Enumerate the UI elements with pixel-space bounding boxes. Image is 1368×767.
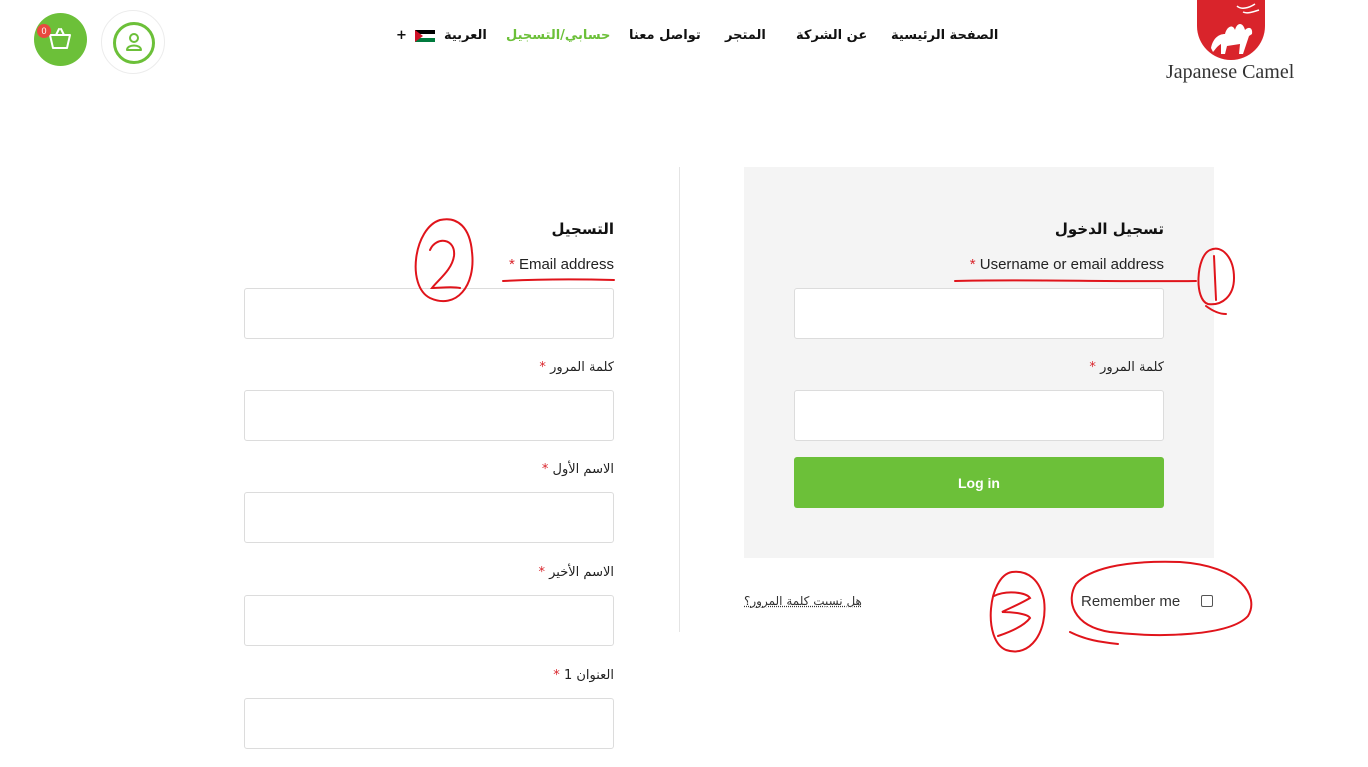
lost-password-link[interactable]: هل نسيت كلمة المرور؟ [744,594,862,608]
required-mark: * [541,462,549,477]
remember-me-label[interactable]: Remember me [1081,593,1180,610]
nav-shop[interactable]: المتجر [725,28,766,43]
required-mark: * [538,565,545,580]
register-password-label: كلمة المرور * [539,360,614,375]
nav-contact[interactable]: تواصل معنا [629,28,701,43]
last-name-label-text: الاسم الأخير [549,565,614,580]
nav-home[interactable]: الصفحة الرئيسية [891,28,998,43]
address-input[interactable] [244,698,614,749]
first-name-label-text: الاسم الأول [552,462,614,477]
email-input[interactable] [244,288,614,339]
login-button[interactable]: Log in [794,457,1164,508]
register-password-input[interactable] [244,390,614,441]
username-label: * Username or email address [970,256,1164,273]
first-name-input[interactable] [244,492,614,543]
nav-language[interactable]: العربية + [396,28,487,43]
login-password-input[interactable] [794,390,1164,441]
login-heading: تسجيل الدخول [1054,220,1164,238]
column-divider [679,167,680,632]
last-name-label: الاسم الأخير * [538,565,614,580]
login-password-label: كلمة المرور * [1089,360,1164,375]
language-expand: + [396,28,407,43]
logo-text: Japanese Camel [1166,61,1295,83]
language-label: العربية [443,28,487,43]
remember-me-checkbox[interactable] [1201,595,1213,607]
nav-about[interactable]: عن الشركة [796,28,867,43]
username-input[interactable] [794,288,1164,339]
first-name-label: الاسم الأول * [542,462,614,477]
user-icon [126,33,142,51]
annotation-number-3 [989,570,1046,653]
required-mark: * [553,668,560,683]
register-heading: التسجيل [551,220,614,238]
required-mark: * [969,256,976,273]
required-mark: * [539,360,546,375]
required-mark: * [1089,360,1096,375]
email-label-text: Email address [518,256,614,273]
annotation-underline-email [502,278,615,282]
cart-button[interactable] [34,13,87,66]
register-password-label-text: كلمة المرور [550,360,614,375]
account-button[interactable] [101,10,165,74]
last-name-input[interactable] [244,595,614,646]
cart-icon [49,28,71,49]
email-label: * Email address [509,256,614,273]
login-password-label-text: كلمة المرور [1100,360,1164,375]
nav-account[interactable]: حسابي/التسجيل [506,28,610,43]
cart-count-badge: 0 [37,24,51,38]
address-label: العنوان 1 * [553,668,614,683]
jordan-flag-icon [415,29,436,42]
required-mark: * [508,256,515,273]
address-label-text: العنوان 1 [563,668,614,683]
camel-logo-icon[interactable] [1197,0,1265,60]
username-label-text: Username or email address [979,256,1164,273]
